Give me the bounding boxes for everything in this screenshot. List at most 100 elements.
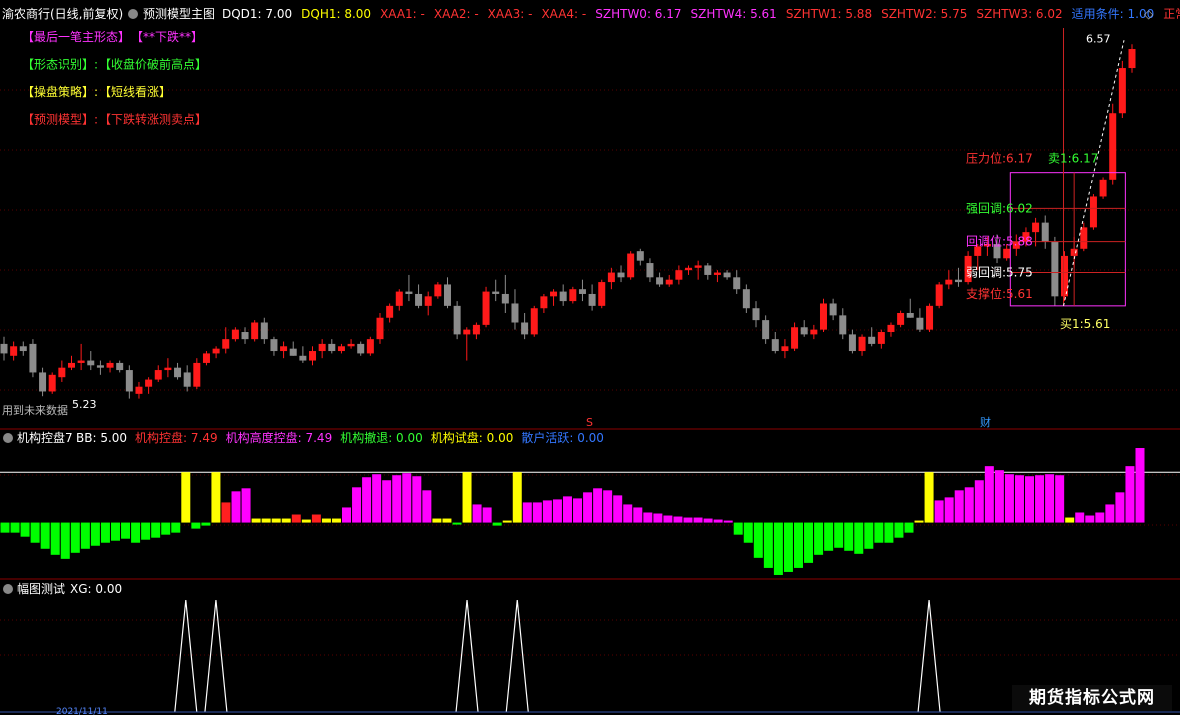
indicator1-bar [100, 522, 110, 543]
candle [646, 258, 654, 283]
candle-body [376, 317, 384, 340]
sell-label: 卖1:6.17 [1048, 152, 1098, 166]
header-value-3: XAA2: - [434, 7, 479, 21]
candle [501, 274, 509, 313]
candle [897, 310, 905, 328]
signal-spike [174, 599, 198, 713]
level-label: 强回调:6.02 [966, 201, 1033, 215]
candle-body [472, 324, 480, 335]
candle [145, 377, 153, 394]
candle-body [87, 360, 95, 366]
candle-body [559, 291, 567, 302]
candle [1061, 251, 1069, 302]
candle [260, 317, 268, 344]
candle [1041, 215, 1049, 249]
indicator1-header: 机构控盘7 BB: 5.00 机构控盘: 7.49 机构高度控盘: 7.49 机构撤退… [3, 430, 604, 445]
header-value-5: XAA4: - [541, 7, 586, 21]
candle [665, 274, 673, 287]
candle-body [945, 279, 953, 285]
candle-body [954, 279, 962, 283]
candle [29, 339, 37, 378]
indicator1-bar [90, 522, 100, 546]
indicator1-bar [954, 490, 964, 523]
candle-body [627, 253, 635, 278]
header-value-0: DQD1: 7.00 [222, 7, 292, 21]
candle-body [145, 379, 153, 387]
indicator1-bar [1055, 475, 1065, 523]
candle-body [395, 291, 403, 306]
candle-body [231, 329, 239, 340]
candle-body [578, 289, 586, 294]
indicator1-bar [1105, 504, 1115, 523]
indicator1-bar [121, 522, 131, 539]
indicator1-bar [542, 500, 552, 523]
indicator1-bar [673, 516, 683, 523]
level-box: 压力位:6.17 强回调:6.02 回调位:5.88 弱回调:5.75 支撑位:5.61… [72, 28, 1126, 411]
candle-body [530, 308, 538, 335]
chevron-down-icon[interactable] [3, 433, 13, 443]
indicator1-bar [412, 476, 422, 523]
candle-body [135, 386, 143, 394]
indicator-selector[interactable]: 预测模型主图 [128, 7, 215, 21]
candle [954, 267, 962, 287]
candle-body [887, 324, 895, 333]
candle-body [289, 348, 297, 356]
candle [212, 346, 220, 359]
candle-body [550, 291, 558, 297]
candle-body [501, 293, 509, 304]
candle-body [704, 265, 712, 275]
indicator1-bar [201, 522, 211, 526]
indicator1-bar [844, 522, 854, 551]
indicator1-bar [512, 472, 522, 523]
candle-body [694, 265, 702, 268]
candle-body [819, 303, 827, 330]
header-value-4: XAA3: - [488, 7, 533, 21]
diamond-icon[interactable]: ◇ [1144, 7, 1154, 21]
indicator1-bar [613, 495, 623, 523]
candle [800, 320, 808, 337]
chevron-down-icon[interactable] [3, 584, 13, 594]
candle [675, 265, 683, 285]
candle [733, 270, 741, 294]
level-label: 回调位:5.88 [966, 234, 1033, 249]
candle [685, 265, 693, 275]
candle-body [858, 336, 866, 352]
indicator1-bar [141, 522, 151, 540]
indicator1-bar [552, 499, 562, 523]
indicator1-bar [321, 518, 331, 523]
candle [569, 286, 577, 304]
candle-body [916, 317, 924, 330]
candle-body [357, 343, 365, 354]
candle-body [492, 291, 500, 294]
candle [357, 341, 365, 356]
candle [309, 346, 317, 366]
candle-body [1089, 196, 1097, 228]
candle-body [260, 322, 268, 340]
indicator1-bar [1025, 476, 1035, 523]
indicator1-bar [472, 504, 482, 523]
indicator1-bar [793, 522, 803, 568]
candle-body [598, 282, 606, 306]
candle-body [463, 329, 471, 335]
candle-body [771, 339, 779, 352]
indicator1-bar [241, 488, 251, 523]
indicator1-bar [884, 522, 894, 543]
candle-body [829, 303, 837, 316]
candle [713, 270, 721, 283]
indicator1-bar [703, 518, 713, 523]
indicator1-bar [743, 522, 753, 543]
indicator1-bar [1085, 515, 1095, 523]
candle [868, 327, 876, 347]
candle [405, 274, 413, 302]
candle [135, 381, 143, 399]
candle-body [405, 291, 413, 294]
candle-body [636, 251, 644, 261]
candle-body [125, 370, 133, 392]
candle-body [588, 293, 596, 306]
candle-body [906, 312, 914, 318]
chevron-down-icon[interactable] [128, 9, 138, 19]
signal-spike [505, 599, 529, 713]
indicator1-bar [522, 502, 532, 523]
symbol-title: 渝农商行(日线,前复权) [2, 6, 123, 21]
candle-body [443, 284, 451, 306]
